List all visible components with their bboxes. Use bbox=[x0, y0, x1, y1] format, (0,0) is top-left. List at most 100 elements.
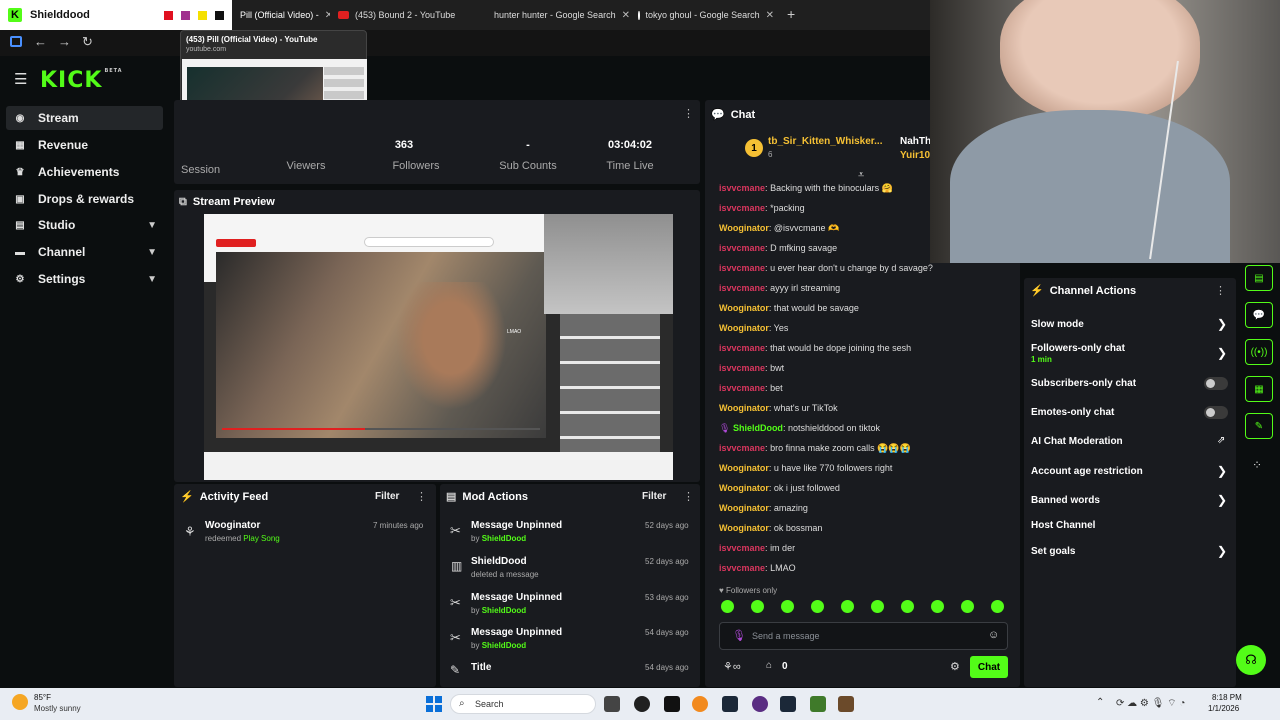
emote-icon[interactable] bbox=[751, 600, 764, 613]
chat-username[interactable]: Wooginator bbox=[719, 223, 769, 233]
mod-action-by[interactable]: ShieldDood bbox=[482, 534, 526, 543]
dock-chat-icon[interactable]: 💬 bbox=[1245, 302, 1273, 328]
taskbar-search-box[interactable]: ⌕ Search bbox=[450, 694, 596, 714]
more-options-icon[interactable]: ⋮ bbox=[1215, 284, 1226, 297]
leaderboard-user-3[interactable]: Yuir10 bbox=[900, 150, 930, 161]
emote-icon[interactable] bbox=[871, 600, 884, 613]
chat-username[interactable]: isvvcmane bbox=[719, 383, 765, 393]
chevron-right-icon[interactable]: ❯ bbox=[1217, 544, 1227, 558]
mod-action-by[interactable]: ShieldDood bbox=[482, 641, 526, 650]
chat-username[interactable]: Wooginator bbox=[719, 303, 769, 313]
chat-username[interactable]: isvvcmane bbox=[719, 203, 765, 213]
chat-username[interactable]: isvvcmane bbox=[719, 343, 765, 353]
chevron-right-icon[interactable]: ❯ bbox=[1217, 346, 1227, 360]
more-options-icon[interactable]: ⋮ bbox=[416, 490, 427, 503]
chat-input-placeholder[interactable]: Send a message bbox=[752, 631, 820, 641]
chat-username[interactable]: isvvcmane bbox=[719, 263, 765, 273]
chat-username[interactable]: Wooginator bbox=[719, 403, 769, 413]
leaderboard-user-2[interactable]: NahTh bbox=[900, 136, 931, 147]
collapse-icon[interactable]: ⩡ bbox=[858, 169, 864, 182]
obs-icon[interactable] bbox=[634, 696, 650, 712]
chest-icon[interactable]: ⌂ bbox=[766, 660, 772, 671]
chat-username[interactable]: isvvcmane bbox=[719, 183, 765, 193]
microphone-icon[interactable]: 🎙 bbox=[732, 629, 746, 642]
emotes-only-toggle[interactable] bbox=[1204, 406, 1228, 419]
chat-username[interactable]: isvvcmane bbox=[719, 543, 765, 553]
tray-icons[interactable]: ⟳ ☁ ⚙ 🎙 ⌔ ◔ bbox=[1116, 697, 1185, 710]
firefox-icon[interactable] bbox=[692, 696, 708, 712]
dock-tools-icon[interactable]: ✎ bbox=[1245, 413, 1273, 439]
external-link-icon[interactable]: ⇗ bbox=[1217, 435, 1225, 446]
tray-chevron-icon[interactable]: ⌃ bbox=[1096, 697, 1104, 708]
kick-logo[interactable]: KICK BETA bbox=[40, 68, 123, 93]
stream-preview-video[interactable]: LMAO bbox=[204, 214, 673, 480]
chat-username[interactable]: Wooginator bbox=[719, 503, 769, 513]
sidebar-item-channel[interactable]: ▬ Channel ▼ bbox=[6, 240, 163, 264]
chat-username[interactable]: Wooginator bbox=[719, 323, 769, 333]
sidebar-item-drops[interactable]: ▣ Drops & rewards bbox=[6, 187, 163, 211]
chevron-right-icon[interactable]: ❯ bbox=[1217, 464, 1227, 478]
clock-time[interactable]: 8:18 PM bbox=[1212, 693, 1242, 702]
tab-shielddood[interactable]: K Shielddood bbox=[0, 0, 232, 30]
mod-action-by[interactable]: ShieldDood bbox=[482, 606, 526, 615]
sidebar-item-settings[interactable]: ⚙ Settings ▼ bbox=[6, 267, 163, 291]
chat-username[interactable]: isvvcmane bbox=[719, 283, 765, 293]
emoji-icon[interactable]: ☺ bbox=[988, 629, 999, 641]
leaderboard-top-user[interactable]: tb_Sir_Kitten_Whisker... bbox=[768, 136, 882, 147]
chat-settings-icon[interactable]: ⚙ bbox=[950, 660, 960, 673]
clock-date[interactable]: 1/1/2026 bbox=[1208, 704, 1239, 713]
emote-icon[interactable] bbox=[811, 600, 824, 613]
chevron-right-icon[interactable]: ❯ bbox=[1217, 493, 1227, 507]
chevron-right-icon[interactable]: ❯ bbox=[1217, 317, 1227, 331]
emote-icon[interactable] bbox=[901, 600, 914, 613]
app-icon[interactable] bbox=[752, 696, 768, 712]
sidebar-item-studio[interactable]: ▤ Studio ▼ bbox=[6, 213, 163, 237]
task-view-icon[interactable] bbox=[604, 696, 620, 712]
steam-icon[interactable] bbox=[780, 696, 796, 712]
emote-icon[interactable] bbox=[721, 600, 734, 613]
tab-bound2[interactable]: (453) Bound 2 - YouTube bbox=[332, 4, 480, 26]
close-icon[interactable]: ✕ bbox=[622, 10, 630, 21]
tab-hunter[interactable]: hunter hunter - Google Search ✕ bbox=[482, 4, 630, 26]
followers-only-chat-button[interactable]: Followers-only chat bbox=[1031, 343, 1125, 354]
set-goals-button[interactable]: Set goals bbox=[1031, 546, 1075, 557]
new-tab-icon[interactable]: + bbox=[787, 6, 795, 22]
close-icon[interactable]: ✕ bbox=[766, 10, 774, 21]
reload-icon[interactable]: ↻ bbox=[82, 34, 93, 50]
sidebar-item-revenue[interactable]: ▦ Revenue bbox=[6, 133, 163, 157]
weather-desc[interactable]: Mostly sunny bbox=[34, 704, 81, 713]
steam-icon[interactable] bbox=[722, 696, 738, 712]
emote-icon[interactable] bbox=[961, 600, 974, 613]
account-age-restriction-button[interactable]: Account age restriction bbox=[1031, 466, 1143, 477]
activity-user[interactable]: Wooginator bbox=[205, 520, 260, 531]
chat-input-box[interactable]: 🎙 Send a message ☺ bbox=[719, 622, 1008, 650]
emote-icon[interactable] bbox=[991, 600, 1004, 613]
chat-username[interactable]: ShieldDood bbox=[733, 423, 783, 433]
chat-username[interactable]: isvvcmane bbox=[719, 563, 765, 573]
more-options-icon[interactable]: ⋮ bbox=[683, 490, 694, 503]
mod-actions-filter-button[interactable]: Filter bbox=[642, 491, 666, 502]
forward-icon[interactable]: → bbox=[58, 34, 71, 49]
minecraft-launcher-icon[interactable] bbox=[838, 696, 854, 712]
activity-feed-filter-button[interactable]: Filter bbox=[375, 491, 399, 502]
subscribers-only-toggle[interactable] bbox=[1204, 377, 1228, 390]
tab-tokyo[interactable]: tokyo ghoul - Google Search ✕ bbox=[632, 4, 780, 26]
dock-broadcast-icon[interactable]: ((•)) bbox=[1245, 339, 1273, 365]
support-headset-icon[interactable]: ☊ bbox=[1236, 645, 1266, 675]
chat-username[interactable]: isvvcmane bbox=[719, 443, 765, 453]
tab-actions-icon[interactable] bbox=[10, 36, 22, 47]
tab-pill[interactable]: Pill (Official Video) - ✕ bbox=[234, 4, 330, 26]
host-channel-button[interactable]: Host Channel bbox=[1031, 520, 1095, 531]
back-icon[interactable]: ← bbox=[34, 34, 47, 49]
chat-username[interactable]: Wooginator bbox=[719, 483, 769, 493]
emote-icon[interactable] bbox=[781, 600, 794, 613]
ai-chat-moderation-button[interactable]: AI Chat Moderation bbox=[1031, 436, 1123, 447]
more-options-icon[interactable]: ⋮ bbox=[683, 107, 694, 120]
emote-icon[interactable] bbox=[841, 600, 854, 613]
chat-username[interactable]: Wooginator bbox=[719, 463, 769, 473]
chat-username[interactable]: isvvcmane bbox=[719, 243, 765, 253]
minecraft-icon[interactable] bbox=[810, 696, 826, 712]
hamburger-menu-icon[interactable]: ☰ bbox=[14, 70, 27, 88]
dock-more-icon[interactable]: ⁘ bbox=[1252, 458, 1262, 472]
slow-mode-button[interactable]: Slow mode bbox=[1031, 319, 1084, 330]
